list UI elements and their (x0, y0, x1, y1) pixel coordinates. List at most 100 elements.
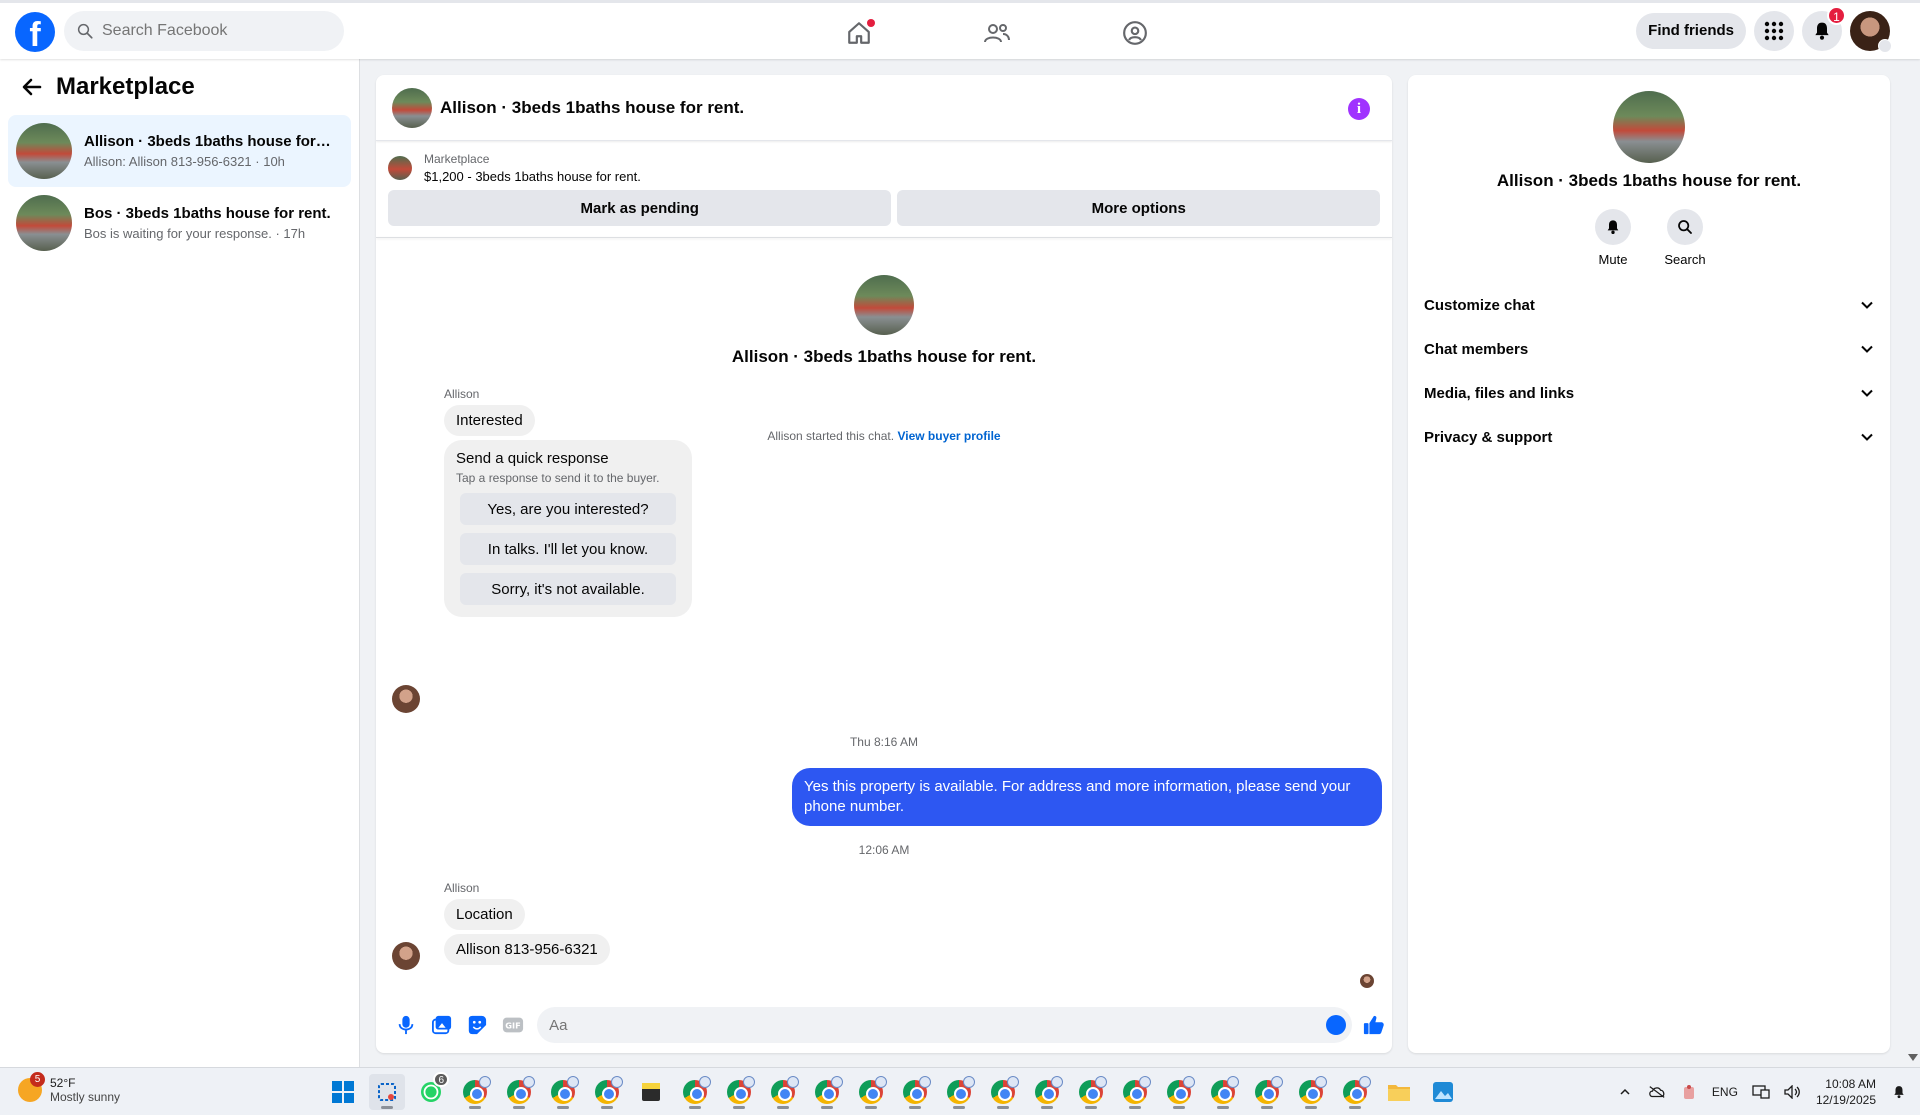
taskbar-app-sticky-notes[interactable] (633, 1074, 669, 1110)
active-indicator (1305, 1106, 1317, 1109)
chat-avatar[interactable] (392, 87, 432, 128)
nav-tab-home[interactable] (790, 7, 928, 59)
like-button[interactable] (1356, 1007, 1392, 1043)
message-bubble[interactable]: Allison 813-956-6321 (444, 934, 610, 965)
message-bubble[interactable]: Location (444, 899, 525, 930)
scrollbar-down-arrow[interactable] (1908, 1054, 1918, 1061)
taskbar-app-file-explorer[interactable] (1381, 1074, 1417, 1110)
chat-title[interactable]: Allison · 3beds 1baths house for rent. (440, 98, 744, 118)
timestamp: 12:06 AM (858, 843, 910, 857)
taskbar-app-chrome[interactable] (1337, 1074, 1373, 1110)
cloud-offline-icon[interactable] (1648, 1083, 1666, 1101)
active-indicator (1041, 1106, 1053, 1109)
gif-button[interactable]: GIF (495, 1007, 531, 1043)
taskbar-app-chrome[interactable] (721, 1074, 757, 1110)
section-label: Media, files and links (1424, 384, 1575, 402)
section-media-files-links[interactable]: Media, files and links (1416, 371, 1882, 415)
emoji-icon[interactable] (1326, 1015, 1347, 1035)
conversation-name: Bos · 3beds 1baths house for rent. (84, 205, 331, 222)
taskbar-app-chrome[interactable] (897, 1074, 933, 1110)
mute-action[interactable]: Mute (1595, 209, 1631, 267)
taskbar-app-chrome[interactable] (501, 1074, 537, 1110)
panel-name: Allison · 3beds 1baths house for rent. (1496, 171, 1802, 190)
quick-reply-button[interactable]: Sorry, it's not available. (460, 573, 676, 605)
message-input[interactable] (549, 1016, 1310, 1034)
message-input-wrapper[interactable] (537, 1007, 1353, 1043)
bell-icon (1815, 22, 1829, 40)
outgoing-message-bubble[interactable]: Yes this property is available. For addr… (792, 768, 1382, 826)
notifications-button[interactable]: 1 (1802, 6, 1846, 51)
back-arrow-icon[interactable] (20, 75, 44, 99)
mark-as-pending-button[interactable]: Mark as pending (388, 190, 892, 226)
app-tray-icon[interactable] (1680, 1083, 1698, 1101)
active-indicator (1129, 1106, 1141, 1109)
search-input[interactable] (102, 22, 322, 40)
sticker-button[interactable] (460, 1007, 496, 1043)
listing-summary[interactable]: Marketplace $1,200 - 3beds 1baths house … (376, 141, 1392, 187)
nav-tab-friends[interactable] (928, 7, 1066, 59)
active-indicator (865, 1106, 877, 1109)
notification-bell-icon[interactable] (1890, 1083, 1908, 1101)
taskbar-app-chrome[interactable] (853, 1074, 889, 1110)
taskbar-apps: 6 (325, 1072, 1461, 1110)
sender-avatar[interactable] (392, 685, 420, 713)
taskbar-app-whatsapp[interactable]: 6 (413, 1072, 449, 1110)
nav-right-controls: Find friends 1 (1636, 6, 1892, 53)
clock[interactable]: 10:08 AM 12/19/2025 (1816, 1076, 1876, 1108)
facebook-logo[interactable]: f (15, 12, 55, 52)
taskbar-app-chrome[interactable] (941, 1074, 977, 1110)
taskbar-app-chrome[interactable] (457, 1074, 493, 1110)
section-privacy-support[interactable]: Privacy & support (1416, 415, 1882, 459)
panel-actions: Mute Search (1408, 209, 1890, 267)
info-icon[interactable]: i (1348, 98, 1370, 120)
profile-avatar[interactable] (1850, 11, 1892, 53)
microphone-icon (398, 1015, 414, 1035)
section-label: Chat members (1424, 340, 1529, 358)
sender-avatar[interactable] (392, 942, 420, 970)
voice-clip-button[interactable] (388, 1007, 424, 1043)
taskbar-app-chrome[interactable] (589, 1074, 625, 1110)
active-indicator (953, 1106, 965, 1109)
find-friends-button[interactable]: Find friends (1636, 13, 1746, 49)
search-bar[interactable] (64, 11, 344, 51)
attach-photo-button[interactable] (424, 1007, 460, 1043)
chrome-icon (1255, 1076, 1283, 1104)
view-buyer-profile-link[interactable]: View buyer profile (897, 429, 1000, 443)
chevron-up-icon[interactable] (1616, 1083, 1634, 1101)
quick-reply-button[interactable]: Yes, are you interested? (460, 493, 676, 525)
taskbar-app-chrome[interactable] (809, 1074, 845, 1110)
taskbar-app-photos[interactable] (1425, 1074, 1461, 1110)
section-customize-chat[interactable]: Customize chat (1416, 283, 1882, 327)
taskbar-app-chrome[interactable] (1073, 1074, 1109, 1110)
volume-icon[interactable] (1784, 1083, 1802, 1101)
more-options-button[interactable]: More options (897, 190, 1380, 226)
taskbar-app-chrome[interactable] (1205, 1074, 1241, 1110)
taskbar-app-chrome[interactable] (545, 1074, 581, 1110)
weather-widget[interactable]: 5 52°F Mostly sunny (18, 1072, 120, 1104)
menu-button[interactable] (1754, 11, 1794, 51)
search-label: Search (1664, 252, 1706, 267)
quick-reply-button[interactable]: In talks. I'll let you know. (460, 533, 676, 565)
section-chat-members[interactable]: Chat members (1416, 327, 1882, 371)
taskbar-app-chrome[interactable] (1293, 1074, 1329, 1110)
taskbar-app-chrome[interactable] (1161, 1074, 1197, 1110)
seen-indicator-avatar (1360, 974, 1374, 988)
active-indicator (997, 1106, 1009, 1109)
conversation-item-bos[interactable]: Bos · 3beds 1baths house for rent. Bos i… (8, 187, 351, 259)
taskbar-app-chrome[interactable] (1249, 1074, 1285, 1110)
conversation-item-allison[interactable]: Allison · 3beds 1baths house for rent. A… (8, 115, 351, 187)
search-action[interactable]: Search (1664, 209, 1706, 267)
network-icon[interactable] (1752, 1083, 1770, 1101)
taskbar-app-snipping[interactable] (369, 1074, 405, 1110)
taskbar-app-chrome[interactable] (1117, 1074, 1153, 1110)
message-bubble[interactable]: Interested (444, 405, 535, 436)
language-indicator[interactable]: ENG (1712, 1085, 1738, 1099)
taskbar-app-chrome[interactable] (677, 1074, 713, 1110)
taskbar-app-chrome[interactable] (765, 1074, 801, 1110)
nav-tab-groups[interactable] (1066, 7, 1204, 59)
taskbar-app-chrome[interactable] (985, 1074, 1021, 1110)
start-button[interactable] (325, 1074, 361, 1110)
taskbar-app-chrome[interactable] (1029, 1074, 1065, 1110)
listing-mini-thumbnail (388, 156, 412, 180)
active-indicator (601, 1106, 613, 1109)
